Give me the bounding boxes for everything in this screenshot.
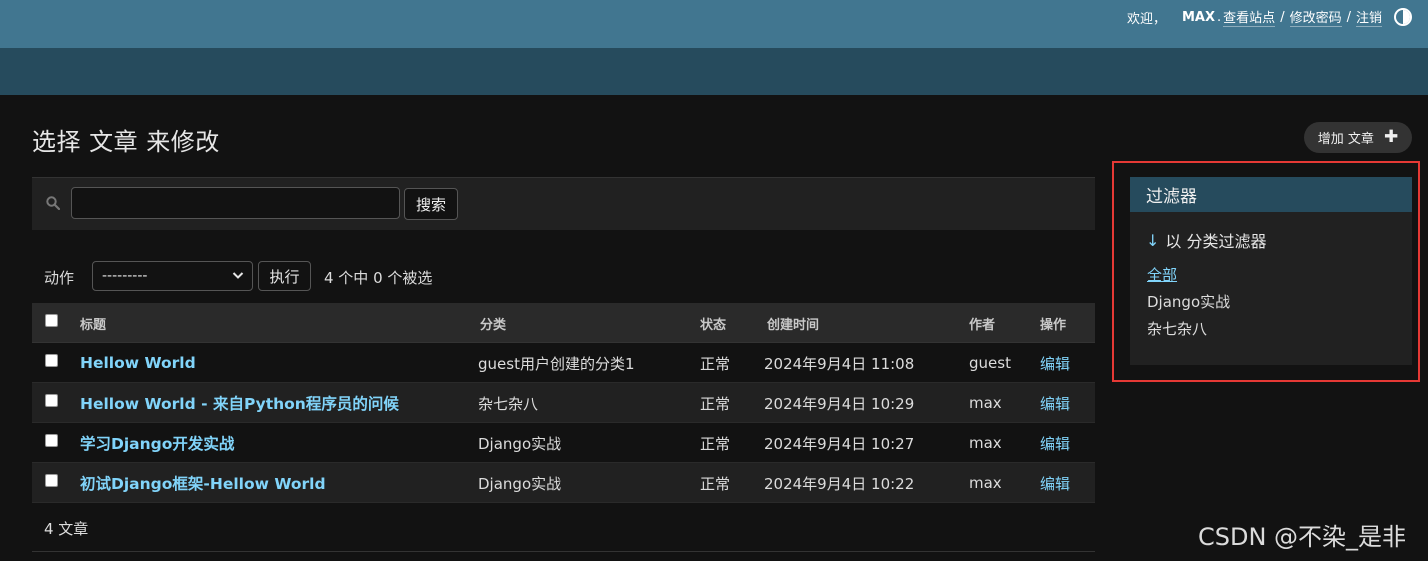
table-row: 初试Django框架-Hellow World Django实战 正常 2024… [32, 463, 1095, 503]
filter-by-category[interactable]: ↓ 以 分类过滤器 [1146, 228, 1267, 252]
chevron-down-icon [232, 272, 244, 279]
row-created: 2024年9月4日 10:29 [764, 394, 915, 413]
action-label: 动作 [44, 269, 75, 287]
results-table: 标题 分类 状态 创建时间 作者 操作 Hellow World guest用户… [32, 303, 1095, 503]
row-author: max [969, 394, 1002, 412]
logout-link[interactable]: 注销 [1355, 7, 1382, 27]
nav-bar [0, 48, 1428, 95]
site-header: 欢迎， MAX . 查看站点 / 修改密码 / 注销 [0, 0, 1428, 48]
header-category[interactable]: 分类 [480, 303, 506, 343]
header-title[interactable]: 标题 [80, 303, 106, 343]
table-row: Hellow World - 来自Python程序员的问候 杂七杂八 正常 20… [32, 383, 1095, 423]
add-article-label: 增加 文章 [1317, 132, 1374, 147]
filter-title: 过滤器 [1130, 177, 1412, 212]
row-category: Django实战 [478, 434, 562, 453]
filter-by-label: 以 分类过滤器 [1165, 232, 1267, 251]
row-created: 2024年9月4日 11:08 [764, 354, 915, 373]
filter-option-misc[interactable]: 杂七杂八 [1147, 318, 1207, 339]
separator: / [1280, 9, 1285, 25]
row-author: max [969, 474, 1002, 492]
username-period: . [1217, 9, 1222, 25]
edit-link[interactable]: 编辑 [1040, 393, 1070, 414]
row-checkbox[interactable] [45, 474, 58, 487]
header-created[interactable]: 创建时间 [767, 303, 819, 343]
run-action-button[interactable]: 执行 [258, 261, 311, 291]
search-toolbar: 搜索 [32, 177, 1095, 230]
row-created: 2024年9月4日 10:27 [764, 434, 915, 453]
action-select[interactable]: --------- [92, 261, 253, 291]
filter-option-all[interactable]: 全部 [1147, 264, 1177, 285]
arrow-down-icon: ↓ [1146, 230, 1160, 250]
separator: / [1346, 9, 1351, 25]
article-title-link[interactable]: 初试Django框架-Hellow World [80, 472, 326, 494]
table-row: Hellow World guest用户创建的分类1 正常 2024年9月4日 … [32, 343, 1095, 383]
row-status: 正常 [700, 354, 731, 373]
change-password-link[interactable]: 修改密码 [1289, 7, 1342, 27]
header-status[interactable]: 状态 [700, 303, 726, 343]
action-selected-value: --------- [102, 268, 148, 284]
page-title: 选择 文章 来修改 [32, 128, 220, 156]
article-title-link[interactable]: 学习Django开发实战 [80, 432, 234, 454]
table-row: 学习Django开发实战 Django实战 正常 2024年9月4日 10:27… [32, 423, 1095, 463]
article-title-link[interactable]: Hellow World [80, 354, 196, 372]
plus-icon: ✚ [1383, 127, 1399, 147]
edit-link[interactable]: 编辑 [1040, 353, 1070, 374]
row-author: guest [969, 354, 1011, 372]
view-site-link[interactable]: 查看站点 [1223, 7, 1276, 27]
row-checkbox[interactable] [45, 434, 58, 447]
welcome-text: 欢迎， [1126, 11, 1166, 27]
article-title-link[interactable]: Hellow World - 来自Python程序员的问候 [80, 392, 399, 414]
row-checkbox[interactable] [45, 394, 58, 407]
row-status: 正常 [700, 434, 731, 453]
result-count: 4 文章 [32, 502, 1095, 552]
search-icon [46, 196, 60, 210]
search-button[interactable]: 搜索 [404, 188, 458, 220]
row-author: max [969, 434, 1002, 452]
row-created: 2024年9月4日 10:22 [764, 474, 915, 493]
row-checkbox[interactable] [45, 354, 58, 367]
row-category: Django实战 [478, 474, 562, 493]
add-article-button[interactable]: 增加 文章 ✚ [1304, 122, 1412, 153]
user-tools: 欢迎， MAX . 查看站点 / 修改密码 / 注销 [1126, 7, 1382, 27]
filter-option-django[interactable]: Django实战 [1147, 291, 1230, 312]
row-status: 正常 [700, 474, 731, 493]
edit-link[interactable]: 编辑 [1040, 433, 1070, 454]
watermark: CSDN @不染_是非 [1198, 523, 1407, 551]
select-all-checkbox[interactable] [45, 314, 58, 327]
table-header: 标题 分类 状态 创建时间 作者 操作 [32, 303, 1095, 343]
header-operation: 操作 [1040, 317, 1067, 333]
selection-counter: 4 个中 0 个被选 [324, 269, 433, 287]
search-input[interactable] [71, 187, 400, 219]
header-author[interactable]: 作者 [969, 303, 995, 343]
edit-link[interactable]: 编辑 [1040, 473, 1070, 494]
filter-panel: 过滤器 ↓ 以 分类过滤器 全部 Django实战 杂七杂八 [1130, 177, 1412, 365]
row-status: 正常 [700, 394, 731, 413]
row-category: guest用户创建的分类1 [478, 354, 635, 373]
username: MAX [1182, 9, 1216, 25]
theme-toggle-icon[interactable] [1394, 8, 1412, 26]
row-category: 杂七杂八 [478, 394, 539, 413]
